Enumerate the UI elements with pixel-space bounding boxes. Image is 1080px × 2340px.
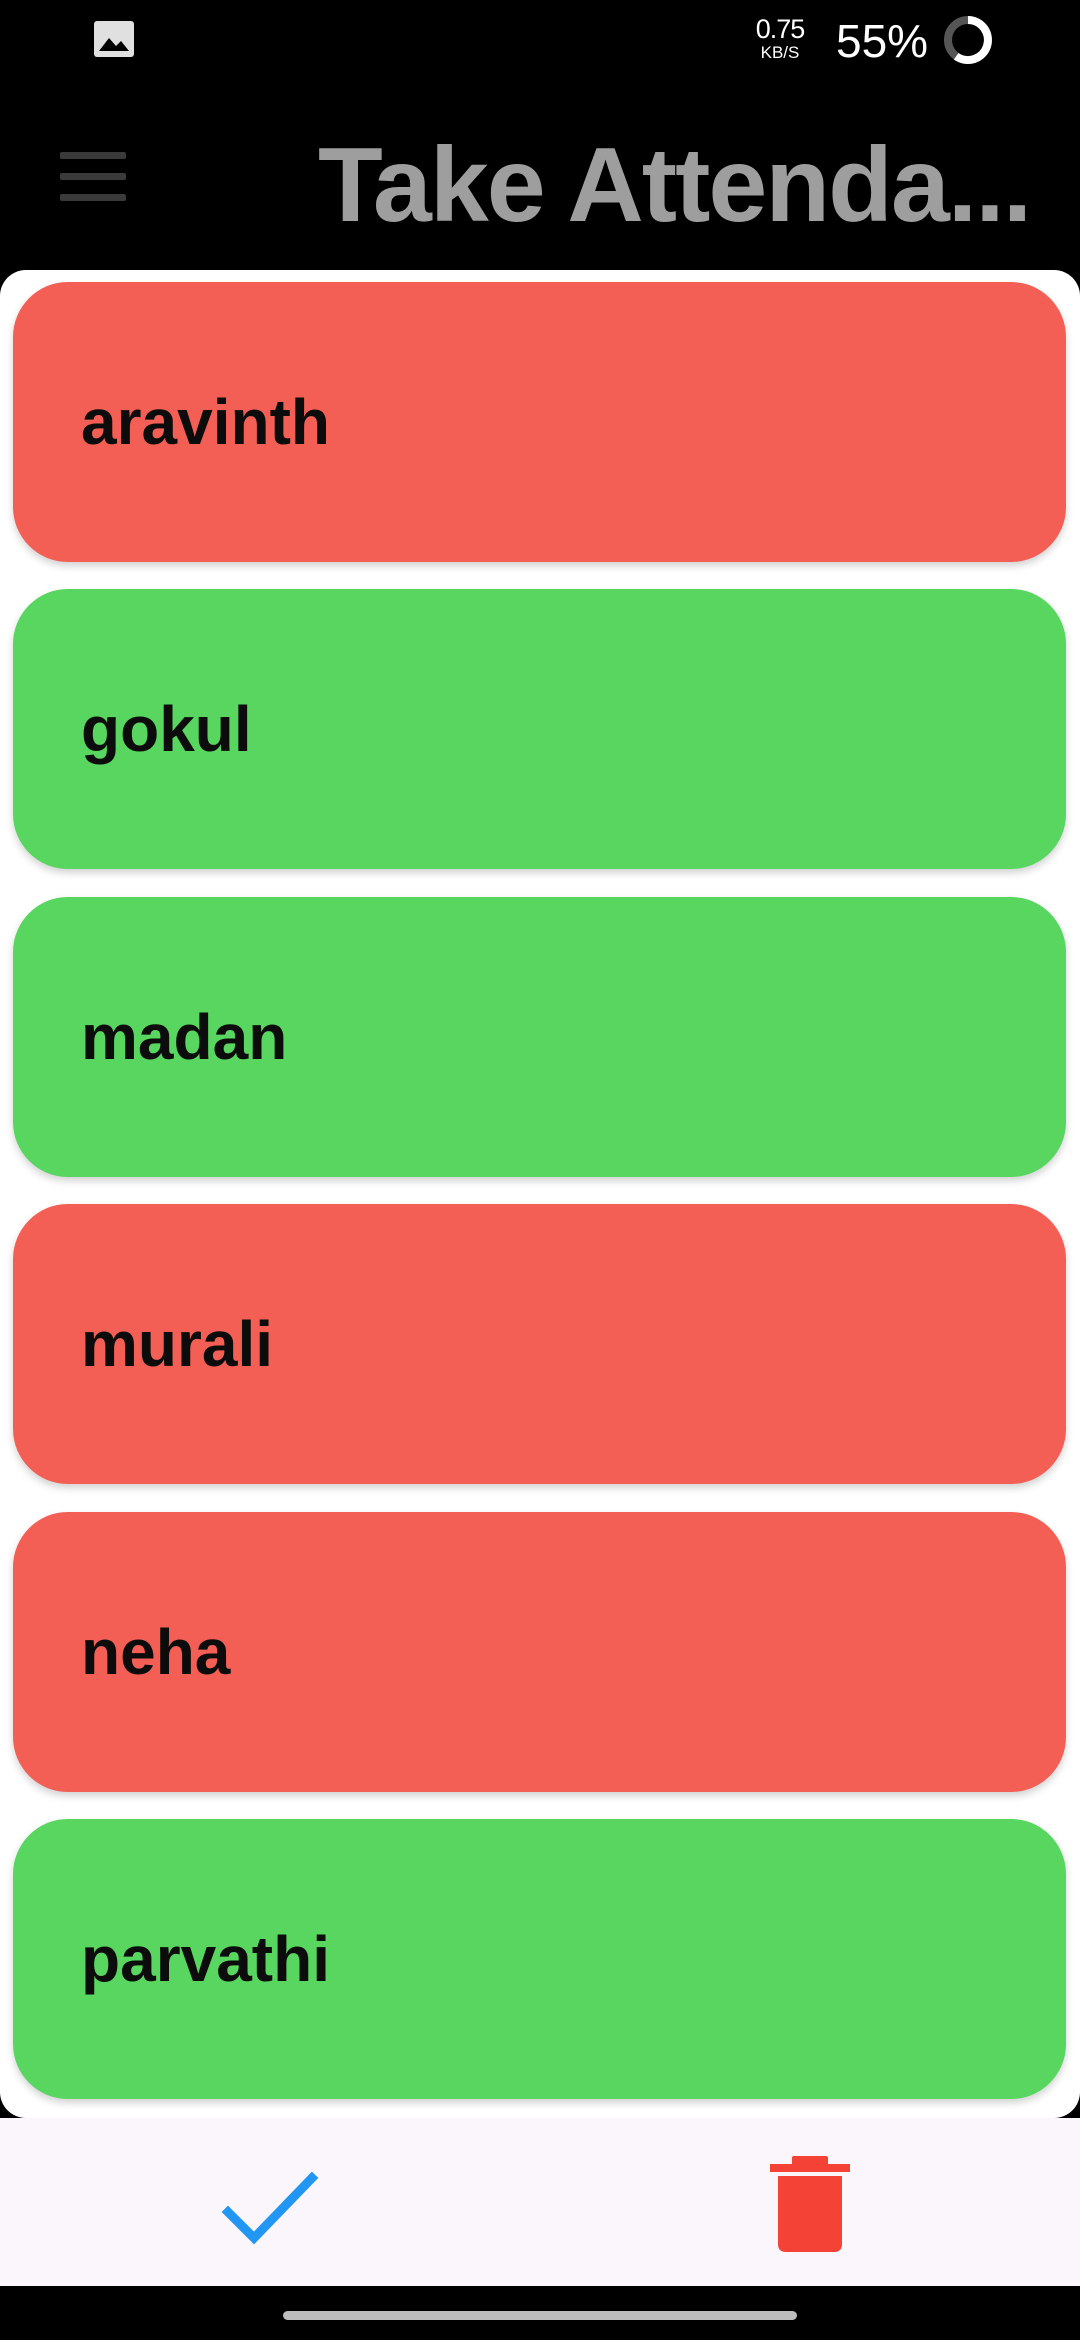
student-card-gokul[interactable]: gokul bbox=[13, 589, 1066, 869]
status-bar: 0.75 KB/S 55% bbox=[0, 0, 1080, 80]
battery-ring-icon bbox=[944, 16, 992, 64]
system-nav-area bbox=[0, 2286, 1080, 2340]
app-bar: Take Attenda... bbox=[0, 80, 1080, 270]
check-icon[interactable] bbox=[220, 2168, 320, 2248]
page-title: Take Attenda... bbox=[318, 126, 1032, 244]
student-card-aravinth[interactable]: aravinth bbox=[13, 282, 1066, 562]
bottom-action-bar bbox=[0, 2118, 1080, 2286]
student-card-murali[interactable]: murali bbox=[13, 1204, 1066, 1484]
image-icon bbox=[94, 21, 134, 57]
student-name: aravinth bbox=[81, 386, 330, 458]
menu-icon[interactable] bbox=[60, 152, 126, 202]
trash-icon[interactable] bbox=[770, 2156, 850, 2252]
student-name: madan bbox=[81, 1001, 288, 1073]
student-card-neha[interactable]: neha bbox=[13, 1512, 1066, 1792]
network-speed-unit: KB/S bbox=[760, 43, 800, 62]
home-indicator[interactable] bbox=[283, 2311, 797, 2320]
student-card-parvathi[interactable]: parvathi bbox=[13, 1819, 1066, 2099]
network-speed: 0.75 KB/S bbox=[752, 14, 808, 62]
student-name: gokul bbox=[81, 693, 252, 765]
student-name: parvathi bbox=[81, 1923, 330, 1995]
student-card-madan[interactable]: madan bbox=[13, 897, 1066, 1177]
battery-percent: 55% bbox=[836, 15, 929, 67]
network-speed-value: 0.75 bbox=[755, 14, 806, 44]
student-name: murali bbox=[81, 1308, 274, 1380]
student-name: neha bbox=[81, 1616, 231, 1688]
student-list: aravinth gokul madan murali neha parvath… bbox=[0, 270, 1080, 2118]
